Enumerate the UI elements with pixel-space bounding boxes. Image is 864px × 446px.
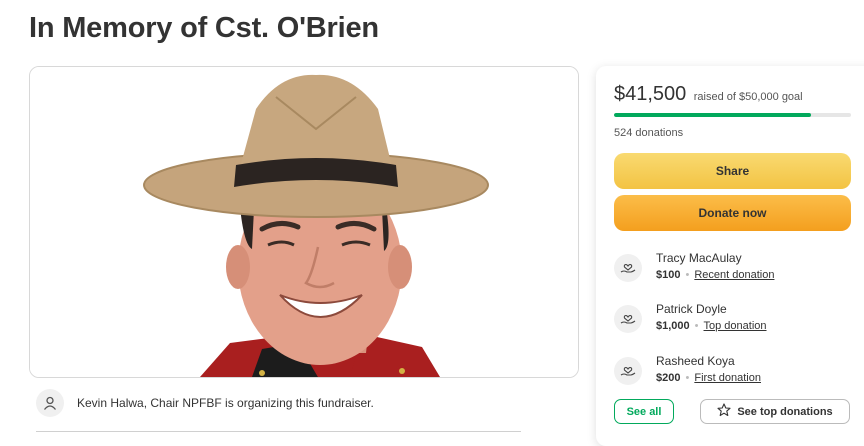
donor-tag-link[interactable]: Top donation [704,320,767,332]
donor-name: Patrick Doyle [656,302,727,316]
share-button[interactable]: Share [614,153,851,189]
separator-dot: • [685,269,690,281]
separator-dot: • [685,372,690,384]
donor-tag-link[interactable]: Recent donation [694,269,774,281]
fundraiser-photo [29,66,579,378]
donor-amount: $1,000 [656,320,690,332]
donor-tag-link[interactable]: First donation [694,372,761,384]
see-top-donations-button[interactable]: See top donations [700,399,850,424]
raised-amount: $41,500 [614,83,687,105]
raised-summary: $41,500 raised of $50,000 goal [614,83,803,106]
donate-button[interactable]: Donate now [614,195,851,231]
donor-item: Rasheed Koya $200 • First donation [614,354,761,385]
donor-item: Tracy MacAulay $100 • Recent donation [614,251,774,282]
page-title: In Memory of Cst. O'Brien [29,12,379,44]
donor-amount: $100 [656,269,681,281]
hand-heart-icon [614,357,642,385]
donation-count: 524 donations [614,127,684,139]
donor-amount: $200 [656,372,681,384]
donor-name: Rasheed Koya [656,354,735,368]
hand-heart-icon [614,254,642,282]
see-top-donations-label: See top donations [737,405,833,418]
organizer-row: Kevin Halwa, Chair NPFBF is organizing t… [36,389,374,417]
user-icon [36,389,64,417]
donor-item: Patrick Doyle $1,000 • Top donation [614,302,767,333]
raised-goal: raised of $50,000 goal [693,91,803,103]
star-icon [717,403,731,420]
progress-bar [614,113,851,117]
organizer-text: Kevin Halwa, Chair NPFBF is organizing t… [77,396,374,410]
hand-heart-icon [614,305,642,333]
donation-card: $41,500 raised of $50,000 goal 524 donat… [596,66,864,446]
donor-name: Tracy MacAulay [656,251,742,265]
separator-dot: • [694,320,699,332]
progress-fill [614,113,811,117]
see-all-button[interactable]: See all [614,399,674,424]
divider [36,431,521,432]
